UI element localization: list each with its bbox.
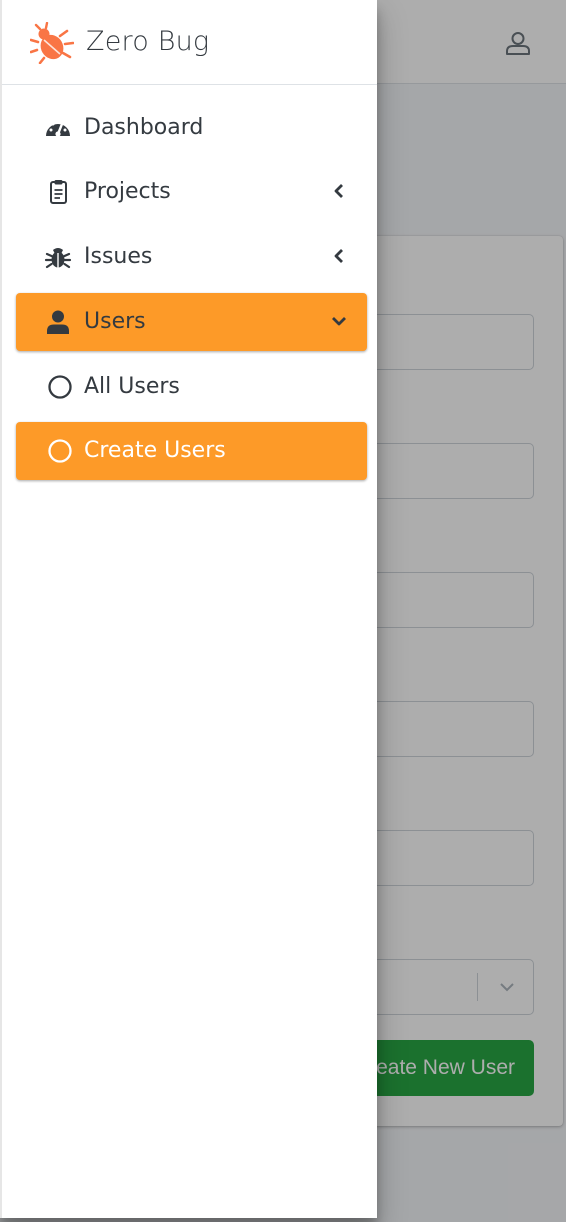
circle-icon [48,439,72,463]
sidebar-item-label: Create Users [84,438,226,463]
circle-icon [48,375,72,399]
sidebar-item-all-users[interactable]: All Users [16,358,367,416]
bug-icon [44,248,72,269]
chevron-left-icon [334,249,343,263]
chevron-down-icon [332,317,346,326]
chevron-left-icon [334,184,343,198]
sidebar-item-projects[interactable]: Projects [16,163,367,221]
user-icon [47,310,69,334]
sidebar-item-label: Dashboard [84,115,204,140]
brand-link[interactable]: Zero Bug [2,0,377,85]
sidebar-item-issues[interactable]: Issues [16,228,367,286]
brand-name: Zero Bug [86,26,210,57]
bug-logo-icon [30,22,74,64]
sidebar-item-create-users[interactable]: Create Users [16,422,367,480]
sidebar-item-label: Issues [84,244,153,269]
sidebar-item-label: Users [84,309,146,334]
tachometer-icon [46,120,70,137]
sidebar-item-label: All Users [84,374,180,399]
clipboard-icon [50,180,67,204]
sidebar-item-dashboard[interactable]: Dashboard [16,99,367,157]
sidebar-item-users[interactable]: Users [16,293,367,351]
sidebar-item-label: Projects [84,179,171,204]
sidebar: Zero Bug Dashboard Projects Issues Users… [0,0,377,1218]
